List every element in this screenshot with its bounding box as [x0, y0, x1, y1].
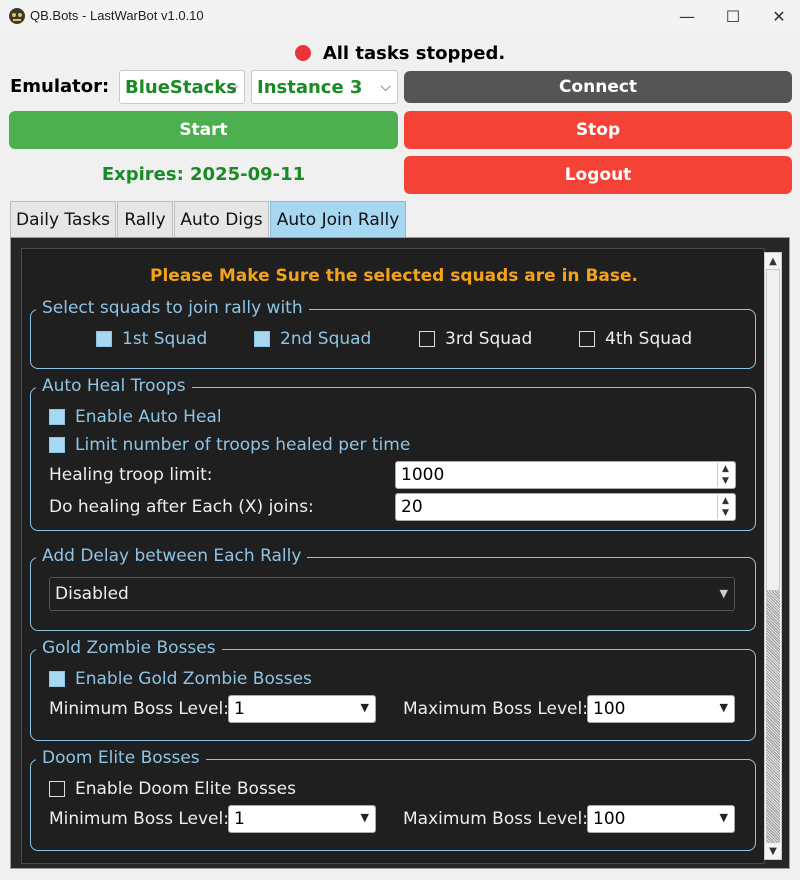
healing-after-joins-spinbox[interactable]: 20 ▲ ▼ [395, 493, 736, 521]
checkbox-checked-icon [49, 437, 65, 453]
status-bar: All tasks stopped. [0, 40, 800, 66]
stop-button[interactable]: Stop [404, 111, 792, 149]
doom-max-level-value: 100 [593, 809, 626, 829]
minimize-button[interactable]: — [664, 0, 710, 32]
squad-3-label: 3rd Squad [445, 329, 533, 349]
spin-arrows-icon[interactable]: ▲ ▼ [717, 463, 733, 487]
scroll-down-icon[interactable]: ▼ [765, 843, 781, 859]
expiry-date: Expires: 2025-09-11 [101, 164, 306, 185]
tab-auto-digs[interactable]: Auto Digs [174, 201, 269, 238]
doom-elite-group-title: Doom Elite Bosses [36, 748, 206, 768]
start-button[interactable]: Start [9, 111, 398, 149]
status-indicator-icon [294, 45, 311, 61]
chevron-down-icon: ▼ [719, 587, 728, 600]
instance-select[interactable]: Instance 3 ⌵ [251, 70, 398, 104]
squad-1-label: 1st Squad [122, 329, 208, 349]
squad-1-checkbox[interactable]: 1st Squad [96, 329, 207, 349]
tab-content-panel: Please Make Sure the selected squads are… [10, 237, 790, 869]
chevron-down-icon: ▼ [719, 701, 728, 714]
enable-gold-zombie-label: Enable Gold Zombie Bosses [75, 669, 312, 689]
connect-button[interactable]: Connect [404, 71, 792, 103]
rally-delay-value: Disabled [55, 584, 129, 604]
chevron-down-icon: ⌵ [227, 79, 238, 95]
tab-rally[interactable]: Rally [117, 201, 173, 238]
spin-arrows-icon[interactable]: ▲ ▼ [717, 495, 733, 519]
instance-select-value: Instance 3 [257, 76, 363, 98]
doom-max-level-select[interactable]: 100 ▼ [587, 805, 735, 833]
checkbox-checked-icon [49, 409, 65, 425]
squad-4-checkbox[interactable]: 4th Squad [579, 329, 692, 349]
gold-min-level-label: Minimum Boss Level: [49, 699, 229, 719]
enable-doom-elite-checkbox[interactable]: Enable Doom Elite Bosses [49, 779, 296, 799]
scrollbar-track[interactable] [766, 591, 780, 843]
healing-after-joins-label: Do healing after Each (X) joins: [49, 497, 314, 517]
rally-delay-group-title: Add Delay between Each Rally [36, 546, 308, 566]
doom-min-level-select[interactable]: 1 ▼ [228, 805, 376, 833]
checkbox-checked-icon [96, 331, 112, 347]
chevron-down-icon: ▼ [360, 701, 369, 714]
app-logo-icon [9, 8, 25, 24]
squad-2-checkbox[interactable]: 2nd Squad [254, 329, 371, 349]
title-bar: QB.Bots - LastWarBot v1.0.10 — ☐ ✕ [0, 0, 800, 32]
emulator-select-value: BlueStacks [125, 76, 237, 98]
squad-2-label: 2nd Squad [280, 329, 372, 349]
enable-auto-heal-checkbox[interactable]: Enable Auto Heal [49, 407, 222, 427]
enable-doom-elite-label: Enable Doom Elite Bosses [75, 779, 296, 799]
vertical-scrollbar[interactable]: ▲ ▼ [764, 252, 782, 860]
squad-3-checkbox[interactable]: 3rd Squad [419, 329, 532, 349]
limit-troops-healed-label: Limit number of troops healed per time [75, 435, 411, 455]
scroll-up-icon[interactable]: ▲ [765, 253, 781, 269]
gold-zombie-group-title: Gold Zombie Bosses [36, 638, 222, 658]
maximize-button[interactable]: ☐ [710, 0, 756, 32]
gold-max-level-select[interactable]: 100 ▼ [587, 695, 735, 723]
gold-max-level-value: 100 [593, 699, 626, 719]
healing-troop-limit-label: Healing troop limit: [49, 465, 213, 485]
checkbox-checked-icon [49, 671, 65, 687]
healing-after-joins-value: 20 [401, 497, 423, 517]
status-text: All tasks stopped. [322, 42, 506, 64]
chevron-down-icon: ⌵ [380, 79, 391, 95]
chevron-down-icon: ▼ [360, 811, 369, 824]
squads-group-title: Select squads to join rally with [36, 298, 309, 318]
squad-4-label: 4th Squad [605, 329, 693, 349]
gold-min-level-value: 1 [234, 699, 245, 719]
rally-delay-select[interactable]: Disabled ▼ [49, 577, 735, 611]
window-title: QB.Bots - LastWarBot v1.0.10 [30, 8, 204, 23]
close-button[interactable]: ✕ [756, 0, 800, 32]
enable-gold-zombie-checkbox[interactable]: Enable Gold Zombie Bosses [49, 669, 312, 689]
checkbox-unchecked-icon [49, 781, 65, 797]
warning-text: Please Make Sure the selected squads are… [150, 266, 638, 286]
emulator-select[interactable]: BlueStacks ⌵ [119, 70, 245, 104]
chevron-down-icon: ▼ [719, 811, 728, 824]
scrollbar-thumb[interactable] [766, 269, 780, 591]
doom-max-level-label: Maximum Boss Level: [403, 809, 588, 829]
checkbox-unchecked-icon [419, 331, 435, 347]
tab-auto-join-rally[interactable]: Auto Join Rally [270, 201, 406, 238]
scroll-area: Please Make Sure the selected squads are… [21, 248, 765, 864]
healing-troop-limit-spinbox[interactable]: 1000 ▲ ▼ [395, 461, 736, 489]
gold-max-level-label: Maximum Boss Level: [403, 699, 588, 719]
doom-min-level-value: 1 [234, 809, 245, 829]
checkbox-checked-icon [254, 331, 270, 347]
checkbox-unchecked-icon [579, 331, 595, 347]
tab-daily-tasks[interactable]: Daily Tasks [10, 201, 116, 238]
gold-min-level-select[interactable]: 1 ▼ [228, 695, 376, 723]
auto-heal-group-title: Auto Heal Troops [36, 376, 192, 396]
emulator-label: Emulator: [10, 76, 110, 97]
doom-min-level-label: Minimum Boss Level: [49, 809, 229, 829]
limit-troops-healed-checkbox[interactable]: Limit number of troops healed per time [49, 435, 410, 455]
healing-troop-limit-value: 1000 [401, 465, 445, 485]
enable-auto-heal-label: Enable Auto Heal [75, 407, 222, 427]
logout-button[interactable]: Logout [404, 156, 792, 194]
